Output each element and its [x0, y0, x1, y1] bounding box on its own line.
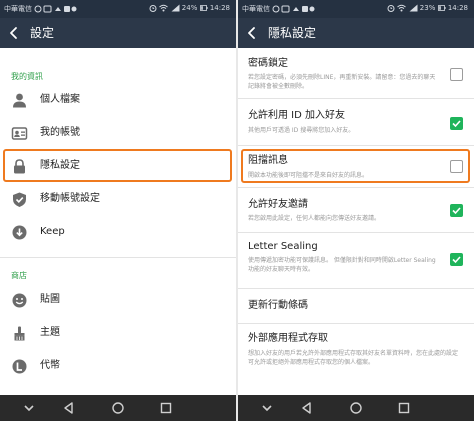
- setting-letter-sealing[interactable]: Letter Sealing 使用傳遞加密功能可保護訊息。 但僅限針對和同時開啟…: [238, 233, 474, 288]
- menu-label: 代幣: [40, 360, 60, 371]
- page-title: 隱私設定: [268, 26, 317, 40]
- carrier-name: 中華電信: [4, 5, 32, 13]
- signal-icon: [409, 4, 418, 12]
- nav-recents-icon[interactable]: [158, 400, 174, 416]
- passcode-lock-checkbox[interactable]: [450, 68, 463, 81]
- android-nav-bar: [0, 395, 236, 421]
- android-nav-bar: [238, 395, 474, 421]
- status-bar: 中華電信 23% 14:28: [238, 0, 474, 18]
- setting-title: 允許利用 ID 加入好友: [248, 110, 346, 121]
- menu-item-account-transfer[interactable]: 移動帳號設定: [0, 183, 236, 216]
- battery-icon: [437, 5, 446, 11]
- setting-passcode-lock[interactable]: 密碼鎖定 若您設定密碼，必須先刪除LINE，再重新安裝。請留意：您過去的聊天記錄…: [238, 48, 474, 98]
- coin-icon: [12, 359, 27, 374]
- shield-check-icon: [13, 192, 26, 207]
- clock: 14:28: [447, 4, 468, 12]
- menu-item-keep[interactable]: Keep: [0, 216, 236, 249]
- alarm-icon: [149, 5, 157, 12]
- menu-label: 移動帳號設定: [40, 193, 100, 204]
- id-card-icon: [11, 127, 28, 140]
- check-icon: [452, 120, 461, 128]
- setting-title: 外部應用程式存取: [248, 333, 328, 344]
- page-title: 設定: [30, 26, 55, 40]
- menu-item-my-account[interactable]: 我的帳號: [0, 117, 236, 150]
- allow-friend-requests-checkbox[interactable]: [450, 204, 463, 217]
- signal-icon: [171, 4, 180, 12]
- allow-add-by-id-checkbox[interactable]: [450, 117, 463, 130]
- back-arrow-icon[interactable]: [244, 25, 260, 41]
- paint-brush-icon: [14, 326, 25, 341]
- section-header-my-info: 我的資訊: [11, 72, 43, 81]
- nav-back-icon[interactable]: [61, 400, 77, 416]
- section-header-store: 商店: [11, 271, 27, 280]
- battery-level: 24%: [181, 4, 198, 12]
- battery-icon: [199, 5, 208, 11]
- nav-hide-icon[interactable]: [21, 400, 37, 416]
- nav-home-icon[interactable]: [348, 400, 364, 416]
- privacy-settings-screen: 中華電信 23% 14:28 隱私設定 密碼鎖定 若您設定密碼，必須先刪除LIN…: [238, 0, 474, 421]
- wifi-icon: [159, 4, 169, 12]
- check-icon: [452, 207, 461, 215]
- setting-title: 允許好友邀請: [248, 199, 308, 210]
- menu-label: 貼圖: [40, 294, 60, 305]
- setting-allow-add-by-id[interactable]: 允許利用 ID 加入好友 其他用戶可透過 ID 搜尋將您加入好友。: [238, 99, 474, 145]
- setting-title: 更新行動條碼: [248, 300, 308, 311]
- highlight-frame: [3, 149, 232, 182]
- notification-icons: [272, 5, 315, 13]
- nav-back-icon[interactable]: [299, 400, 315, 416]
- app-header: 隱私設定: [238, 18, 474, 48]
- setting-description: 使用傳遞加密功能可保護訊息。 但僅限針對和同時開啟Letter Sealing功…: [248, 257, 436, 273]
- menu-item-themes[interactable]: 主題: [0, 317, 236, 350]
- nav-hide-icon[interactable]: [259, 400, 275, 416]
- menu-item-profile[interactable]: 個人檔案: [0, 84, 236, 117]
- setting-title: 密碼鎖定: [248, 58, 288, 69]
- keep-download-icon: [12, 225, 27, 240]
- menu-label: 我的帳號: [40, 127, 80, 138]
- nav-recents-icon[interactable]: [396, 400, 412, 416]
- menu-label: 主題: [40, 327, 60, 338]
- alarm-icon: [387, 5, 395, 12]
- carrier-name: 中華電信: [242, 5, 270, 13]
- person-icon: [13, 93, 26, 108]
- menu-item-stickers[interactable]: 貼圖: [0, 284, 236, 317]
- setting-description: 其他用戶可透過 ID 搜尋將您加入好友。: [248, 127, 355, 134]
- menu-item-coins[interactable]: 代幣: [0, 350, 236, 383]
- setting-description: 想加入好友的用戶若允許外部應用程式存取其好友名單資料時，您在此處的設定可允許或拒…: [248, 350, 459, 366]
- clock: 14:28: [209, 4, 230, 12]
- setting-update-qr-code[interactable]: 更新行動條碼: [238, 289, 474, 323]
- menu-label: 個人檔案: [40, 94, 80, 105]
- setting-title: Letter Sealing: [248, 241, 318, 252]
- menu-label: Keep: [40, 226, 65, 237]
- setting-external-app-access[interactable]: 外部應用程式存取 想加入好友的用戶若允許外部應用程式存取其好友名單資料時，您在此…: [238, 324, 474, 394]
- settings-screen: 中華電信 24% 14:28 設定 我的資訊 個人檔案 我的帳號 隱私設定 移動…: [0, 0, 236, 421]
- notification-icons: [34, 5, 77, 13]
- sticker-smiley-icon: [12, 293, 27, 308]
- letter-sealing-checkbox[interactable]: [450, 253, 463, 266]
- status-bar: 中華電信 24% 14:28: [0, 0, 236, 18]
- setting-description: 若您啟用此設定，任何人都能向您傳送好友邀請。: [248, 215, 381, 222]
- app-header: 設定: [0, 18, 236, 48]
- battery-level: 23%: [419, 4, 436, 12]
- nav-home-icon[interactable]: [110, 400, 126, 416]
- section-divider: [0, 257, 236, 258]
- back-arrow-icon[interactable]: [6, 25, 22, 41]
- check-icon: [452, 256, 461, 264]
- setting-description: 若您設定密碼，必須先刪除LINE，再重新安裝。請留意：您過去的聊天記錄將會被全數…: [248, 74, 436, 90]
- setting-allow-friend-requests[interactable]: 允許好友邀請 若您啟用此設定，任何人都能向您傳送好友邀請。: [238, 188, 474, 232]
- highlight-frame: [241, 149, 470, 183]
- wifi-icon: [397, 4, 407, 12]
